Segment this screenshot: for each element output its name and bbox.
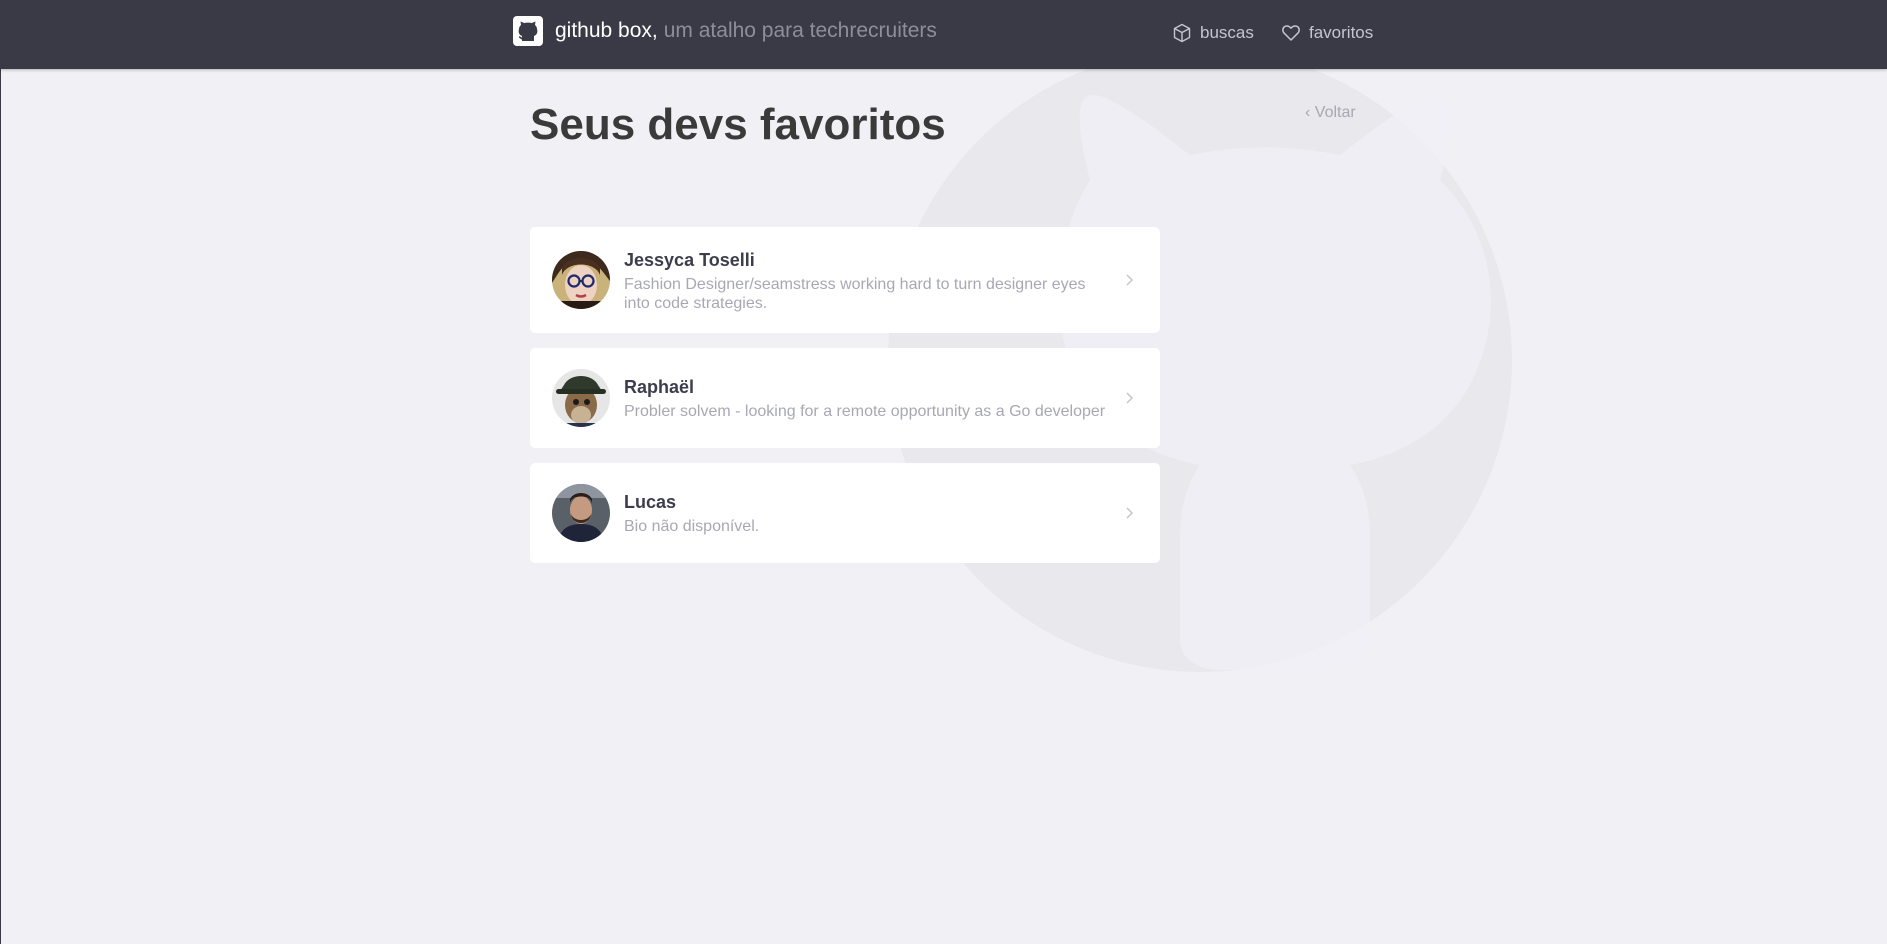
window-left-border xyxy=(0,0,1,944)
brand[interactable]: github box, um atalho para techrecruiter… xyxy=(513,16,937,46)
avatar xyxy=(552,251,610,309)
dev-name: Lucas xyxy=(624,492,677,512)
favorite-dev-card[interactable]: Raphaël Probler solvem - looking for a r… xyxy=(530,348,1160,448)
dev-bio: Bio não disponível. xyxy=(624,518,760,535)
chevron-right-icon xyxy=(1126,392,1134,404)
chevron-right-icon xyxy=(1126,274,1134,286)
dev-bio: Probler solvem - looking for a remote op… xyxy=(624,403,1106,420)
favorite-dev-card[interactable]: Lucas Bio não disponível. xyxy=(530,463,1160,563)
dev-info: Raphaël Probler solvem - looking for a r… xyxy=(624,376,1112,421)
nav-item-favoritos[interactable]: favoritos xyxy=(1281,20,1373,46)
top-navbar: github box, um atalho para techrecruiter… xyxy=(0,0,1887,69)
box-icon xyxy=(1173,23,1191,43)
nav-item-buscas[interactable]: buscas xyxy=(1172,20,1254,46)
avatar xyxy=(552,369,610,427)
dev-info: Lucas Bio não disponível. xyxy=(624,491,1112,536)
dev-name: Jessyca Toselli xyxy=(624,250,755,270)
brand-tagline: um atalho para techrecruiters xyxy=(663,19,937,42)
nav-favoritos-label: favoritos xyxy=(1309,23,1374,42)
heart-icon xyxy=(1282,25,1300,41)
dev-name: Raphaël xyxy=(624,377,695,397)
dev-bio: Fashion Designer/seamstress working hard… xyxy=(624,276,1086,312)
nav-buscas-label: buscas xyxy=(1200,23,1254,42)
favorite-dev-card[interactable]: Jessyca Toselli Fashion Designer/seamstr… xyxy=(530,227,1160,333)
page-title: Seus devs favoritos xyxy=(530,100,946,149)
chevron-right-icon xyxy=(1126,507,1134,519)
dev-info: Jessyca Toselli Fashion Designer/seamstr… xyxy=(624,249,1112,313)
github-logo-icon xyxy=(513,16,543,46)
brand-name: github box, xyxy=(555,19,658,42)
back-link[interactable]: ‹ Voltar xyxy=(1305,104,1356,122)
avatar xyxy=(552,484,610,542)
